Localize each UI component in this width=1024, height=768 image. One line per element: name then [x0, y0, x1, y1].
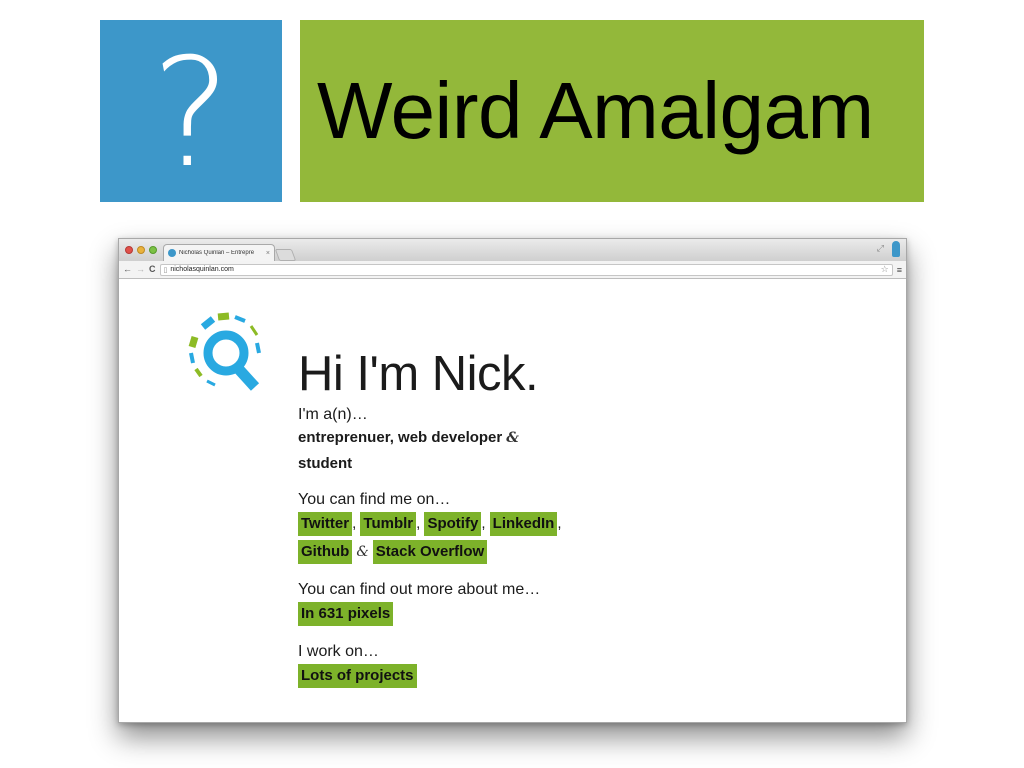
menu-icon[interactable]: ≡	[897, 265, 902, 275]
social-links-row: Twitter, Tumblr, Spotify, LinkedIn,	[298, 510, 858, 538]
reload-button[interactable]: C	[149, 265, 156, 274]
separator: ,	[352, 515, 357, 532]
roles-line: entreprenuer, web developer &	[298, 425, 858, 451]
question-mark-icon: ?	[151, 27, 231, 201]
new-tab-button[interactable]	[274, 249, 297, 261]
separator: ,	[481, 515, 486, 532]
browser-window: Nicholas Quinlan – Entrepre × ⤢ ← → C ▯ …	[118, 238, 907, 723]
stack-overflow-link[interactable]: Stack Overflow	[372, 540, 488, 564]
slide-title-banner: Weird Amalgam	[300, 20, 924, 202]
back-button[interactable]: ←	[123, 265, 132, 274]
zoom-window-button[interactable]	[149, 246, 157, 254]
tab-close-icon[interactable]: ×	[266, 250, 270, 257]
browser-tab[interactable]: Nicholas Quinlan – Entrepre ×	[163, 244, 275, 261]
q-favicon-icon	[168, 249, 176, 257]
tab-strip: Nicholas Quinlan – Entrepre × ⤢	[119, 239, 906, 261]
twitter-link[interactable]: Twitter	[298, 512, 353, 536]
more-about-label: You can find out more about me…	[298, 581, 541, 598]
work-row: Lots of projects	[298, 662, 858, 690]
intro-section: Hi I'm Nick. I'm a(n)… entreprenuer, web…	[298, 347, 858, 690]
bookmark-star-icon[interactable]: ☆	[881, 264, 889, 275]
tab-title: Nicholas Quinlan – Entrepre	[179, 250, 255, 256]
address-bar[interactable]: ▯ nicholasquinlan.com ☆	[159, 263, 893, 276]
ampersand-glyph: &	[356, 544, 369, 560]
profile-icon[interactable]	[892, 241, 900, 257]
work-label: I work on…	[298, 643, 379, 660]
question-mark-tile: ?	[100, 20, 282, 202]
github-link[interactable]: Github	[298, 540, 353, 564]
more-about-row: In 631 pixels	[298, 600, 858, 628]
pixels-link[interactable]: In 631 pixels	[298, 602, 394, 626]
roles-text: entreprenuer, web developer	[298, 429, 503, 446]
intro-label: I'm a(n)…	[298, 406, 368, 423]
page-icon: ▯	[163, 266, 168, 274]
roles-line-2: student	[298, 455, 353, 472]
spotify-link[interactable]: Spotify	[424, 512, 482, 536]
forward-button[interactable]: →	[136, 265, 145, 274]
projects-link[interactable]: Lots of projects	[298, 664, 417, 688]
linkedin-link[interactable]: LinkedIn	[489, 512, 558, 536]
browser-toolbar: ← → C ▯ nicholasquinlan.com ☆ ≡	[119, 261, 906, 279]
fullscreen-icon[interactable]: ⤢	[877, 243, 884, 254]
q-logo-icon	[188, 312, 261, 391]
window-controls	[125, 246, 157, 254]
social-links-row-2: Github & Stack Overflow	[298, 538, 858, 566]
ampersand-glyph: &	[506, 430, 519, 446]
tumblr-link[interactable]: Tumblr	[360, 512, 417, 536]
separator: ,	[416, 515, 421, 532]
url-text: nicholasquinlan.com	[170, 266, 234, 273]
close-window-button[interactable]	[125, 246, 133, 254]
slide-title: Weird Amalgam	[317, 66, 874, 155]
page-heading: Hi I'm Nick.	[298, 347, 539, 401]
find-me-label: You can find me on…	[298, 491, 451, 508]
page-content: Hi I'm Nick. I'm a(n)… entreprenuer, web…	[119, 279, 906, 722]
minimize-window-button[interactable]	[137, 246, 145, 254]
separator: ,	[557, 515, 562, 532]
